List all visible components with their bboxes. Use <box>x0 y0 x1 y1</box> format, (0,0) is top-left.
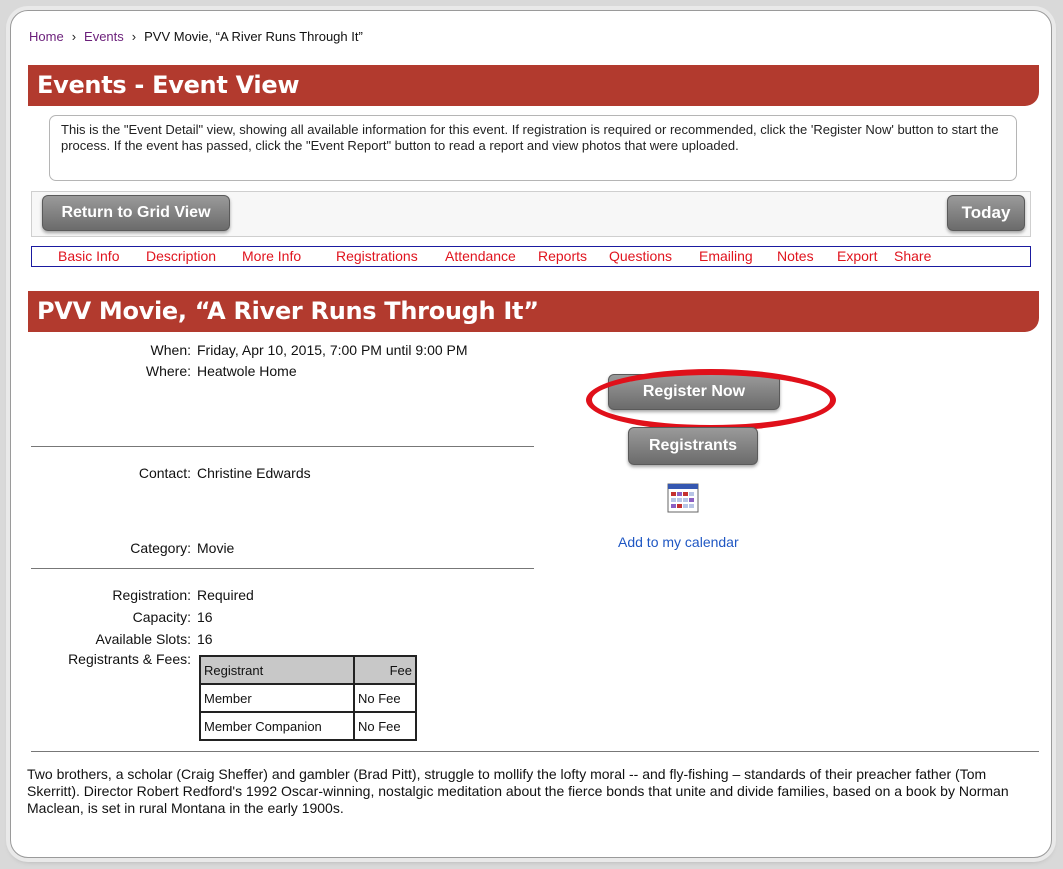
divider <box>31 446 534 447</box>
highlight-ring <box>586 369 836 431</box>
registrant-cell: Member <box>199 683 355 713</box>
breadcrumb: Home › Events › PVV Movie, “A River Runs Thr… <box>29 29 363 44</box>
breadcrumb-events[interactable]: Events <box>84 29 124 44</box>
slots-value: 16 <box>197 631 213 647</box>
tab-notes[interactable]: Notes <box>777 247 814 266</box>
registration-value: Required <box>197 587 254 603</box>
toolbar: Return to Grid View Today <box>31 191 1031 237</box>
fees-label: Registrants & Fees: <box>68 651 191 667</box>
tab-more-info[interactable]: More Info <box>242 247 301 266</box>
fees-table-wrap: Registrant Fee Member No Fee Member Comp… <box>199 655 417 741</box>
where-label: Where: <box>145 363 191 379</box>
fee-cell: No Fee <box>353 683 417 713</box>
add-to-calendar-link[interactable]: Add to my calendar <box>618 534 739 550</box>
capacity-label: Capacity: <box>132 609 191 625</box>
registrant-cell: Member Companion <box>199 711 355 741</box>
contact-value: Christine Edwards <box>197 465 311 481</box>
fee-cell: No Fee <box>353 711 417 741</box>
event-title: PVV Movie, “A River Runs Through It” <box>28 291 1039 332</box>
tab-share[interactable]: Share <box>894 247 931 266</box>
capacity-value: 16 <box>197 609 213 625</box>
return-to-grid-button[interactable]: Return to Grid View <box>42 195 230 231</box>
tab-questions[interactable]: Questions <box>609 247 672 266</box>
tab-basic-info[interactable]: Basic Info <box>58 247 119 266</box>
tab-registrations[interactable]: Registrations <box>336 247 418 266</box>
fees-header-fee: Fee <box>353 655 417 685</box>
where-value: Heatwole Home <box>197 363 297 379</box>
section-tabs: Basic Info Description More Info Registr… <box>31 246 1031 267</box>
fees-header-registrant: Registrant <box>199 655 355 685</box>
breadcrumb-separator: › <box>71 29 77 44</box>
table-row: Member No Fee <box>199 683 417 713</box>
tab-export[interactable]: Export <box>837 247 877 266</box>
tab-description[interactable]: Description <box>146 247 216 266</box>
category-label: Category: <box>130 540 191 556</box>
intro-text: This is the "Event Detail" view, showing… <box>49 115 1017 181</box>
today-button[interactable]: Today <box>947 195 1025 231</box>
divider <box>31 751 1039 752</box>
page-banner: Events - Event View <box>28 65 1039 106</box>
category-value: Movie <box>197 540 235 556</box>
tab-attendance[interactable]: Attendance <box>445 247 516 266</box>
registration-label: Registration: <box>112 587 191 603</box>
tab-reports[interactable]: Reports <box>538 247 587 266</box>
registrants-button[interactable]: Registrants <box>628 427 758 465</box>
event-view-window: Home › Events › PVV Movie, “A River Runs Thr… <box>10 10 1052 858</box>
divider <box>31 568 534 569</box>
fees-header-row: Registrant Fee <box>199 655 417 685</box>
table-row: Member Companion No Fee <box>199 711 417 741</box>
breadcrumb-home[interactable]: Home <box>29 29 64 44</box>
calendar-icon[interactable] <box>667 483 699 513</box>
when-value: Friday, Apr 10, 2015, 7:00 PM until 9:00… <box>197 342 468 358</box>
contact-label: Contact: <box>138 465 191 481</box>
tab-emailing[interactable]: Emailing <box>699 247 753 266</box>
slots-label: Available Slots: <box>95 631 191 647</box>
breadcrumb-current: PVV Movie, “A River Runs Through It” <box>144 29 363 44</box>
fees-table: Registrant Fee Member No Fee Member Comp… <box>199 655 417 741</box>
breadcrumb-separator: › <box>131 29 137 44</box>
when-label: When: <box>150 342 191 358</box>
event-description: Two brothers, a scholar (Craig Sheffer) … <box>27 766 1009 816</box>
